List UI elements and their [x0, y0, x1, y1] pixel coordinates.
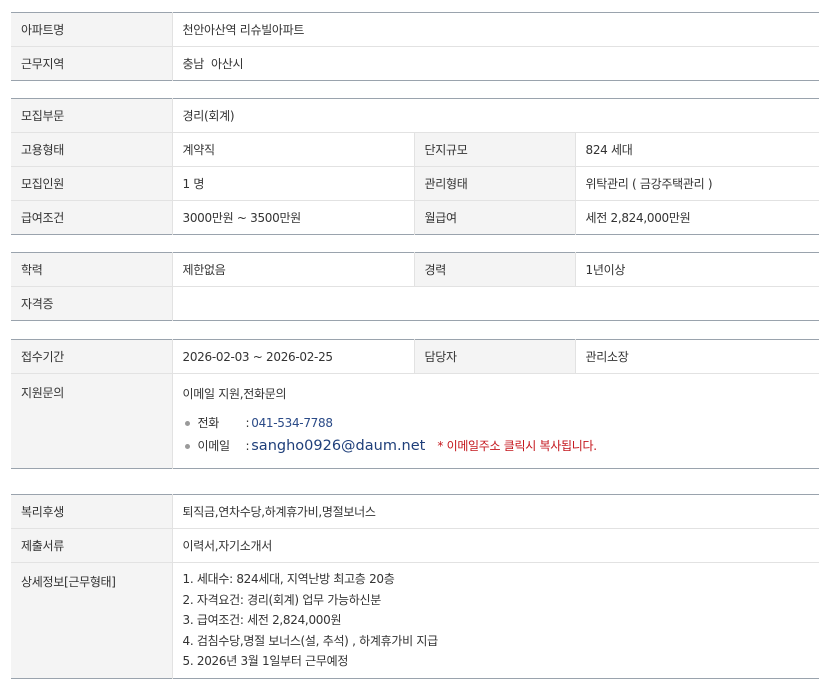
application-period-label: 접수기간 [11, 339, 172, 374]
details-line: 3. 급여조건: 세전 2,824,000원 [182, 613, 342, 628]
details-line: 2. 자격요건: 경리(회계) 업무 가능하신분 [182, 592, 382, 607]
employment-type-label: 고용형태 [11, 132, 172, 167]
monthly-salary-value: 세전 2,824,000만원 [574, 200, 819, 235]
phone-item: 전화 : 041-534-7788 [184, 412, 810, 435]
contact-person-label: 담당자 [413, 339, 575, 374]
recruit-field-value: 경리(회계) [171, 98, 819, 133]
documents-label: 제출서류 [11, 528, 172, 563]
application-table: 접수기간 2026-02-03 ~ 2026-02-25 담당자 관리소장 지원… [11, 339, 819, 469]
employment-type-value: 계약직 [171, 132, 414, 167]
phone-title: 전화 [197, 416, 220, 430]
education-label: 학력 [11, 252, 172, 287]
recruitment-info-table: 모집부문 경리(회계) 고용형태 계약직 단지규모 824 세대 모집인원 1 … [11, 98, 819, 235]
table-row: 복리후생 퇴직금,연차수당,하계휴가비,명절보너스 [11, 494, 820, 529]
contact-list: 전화 : 041-534-7788 이메일 : sangho0926@daum.… [183, 412, 810, 458]
education-value: 제한없음 [171, 252, 414, 287]
complex-size-value: 824 세대 [574, 132, 819, 167]
details-label: 상세정보[근무형태] [11, 562, 172, 679]
documents-value: 이력서,자기소개서 [171, 528, 820, 563]
email-colon: : [245, 439, 250, 453]
table-row: 학력 제한없음 경력 1년이상 [11, 252, 819, 287]
apartment-name-value: 천안아산역 리슈빌아파트 [171, 12, 820, 47]
inquiry-label: 지원문의 [11, 373, 172, 469]
details-line: 1. 세대수: 824세대, 지역난방 최고층 20층 [182, 572, 395, 586]
qualification-table: 학력 제한없음 경력 1년이상 자격증 [11, 252, 819, 321]
table-row: 접수기간 2026-02-03 ~ 2026-02-25 담당자 관리소장 [11, 339, 819, 374]
apartment-info-table: 아파트명 천안아산역 리슈빌아파트 근무지역 충남 아산시 [11, 12, 820, 81]
management-type-label: 관리형태 [413, 166, 575, 201]
work-region-value: 충남 아산시 [171, 46, 820, 81]
details-line: 5. 2026년 3월 1일부터 근무예정 [182, 654, 349, 669]
headcount-value: 1 명 [171, 166, 414, 201]
table-row: 지원문의 이메일 지원,전화문의 전화 : 041-534-7788 이메일 :… [11, 373, 819, 469]
application-period-value: 2026-02-03 ~ 2026-02-25 [171, 339, 414, 374]
details-content: 1. 세대수: 824세대, 지역난방 최고층 20층 2. 자격요건: 경리(… [171, 562, 820, 679]
table-row: 모집인원 1 명 관리형태 위탁관리 ( 금강주택관리 ) [11, 166, 819, 201]
apartment-name-label: 아파트명 [11, 12, 172, 47]
benefits-table: 복리후생 퇴직금,연차수당,하계휴가비,명절보너스 제출서류 이력서,자기소개서… [11, 494, 820, 679]
recruit-field-label: 모집부문 [11, 98, 172, 133]
email-copy-note: * 이메일주소 클릭시 복사됩니다. [437, 439, 597, 453]
phone-colon: : [245, 416, 250, 430]
certificate-value [171, 286, 819, 321]
table-row: 모집부문 경리(회계) [11, 98, 819, 133]
experience-label: 경력 [413, 252, 575, 287]
salary-condition-label: 급여조건 [11, 200, 172, 235]
email-item: 이메일 : sangho0926@daum.net * 이메일주소 클릭시 복사… [184, 435, 810, 458]
work-region-label: 근무지역 [11, 46, 172, 81]
job-posting-detail: 아파트명 천안아산역 리슈빌아파트 근무지역 충남 아산시 모집부문 경리(회계… [0, 0, 825, 689]
table-row: 자격증 [11, 286, 819, 321]
inquiry-content: 이메일 지원,전화문의 전화 : 041-534-7788 이메일 : sang… [171, 373, 819, 469]
table-row: 고용형태 계약직 단지규모 824 세대 [11, 132, 819, 167]
phone-number[interactable]: 041-534-7788 [251, 412, 333, 435]
table-row: 근무지역 충남 아산시 [11, 46, 820, 81]
email-address-link[interactable]: sangho0926@daum.net [251, 435, 425, 458]
welfare-label: 복리후생 [11, 494, 172, 529]
inquiry-method-text: 이메일 지원,전화문의 [182, 387, 287, 401]
bullet-icon [184, 421, 190, 426]
bullet-icon [184, 444, 190, 449]
salary-condition-value: 3000만원 ~ 3500만원 [171, 200, 414, 235]
table-row: 제출서류 이력서,자기소개서 [11, 528, 820, 563]
table-row: 상세정보[근무형태] 1. 세대수: 824세대, 지역난방 최고층 20층 2… [11, 562, 820, 679]
certificate-label: 자격증 [11, 286, 172, 321]
table-row: 아파트명 천안아산역 리슈빌아파트 [11, 12, 820, 47]
details-line: 4. 검침수당,명절 보너스(설, 추석) , 하계휴가비 지급 [182, 633, 439, 648]
table-row: 급여조건 3000만원 ~ 3500만원 월급여 세전 2,824,000만원 [11, 200, 819, 235]
email-title: 이메일 [197, 439, 231, 453]
complex-size-label: 단지규모 [413, 132, 575, 167]
management-type-value: 위탁관리 ( 금강주택관리 ) [574, 166, 819, 201]
welfare-value: 퇴직금,연차수당,하계휴가비,명절보너스 [171, 494, 820, 529]
contact-person-value: 관리소장 [574, 339, 819, 374]
monthly-salary-label: 월급여 [413, 200, 575, 235]
headcount-label: 모집인원 [11, 166, 172, 201]
experience-value: 1년이상 [574, 252, 819, 287]
